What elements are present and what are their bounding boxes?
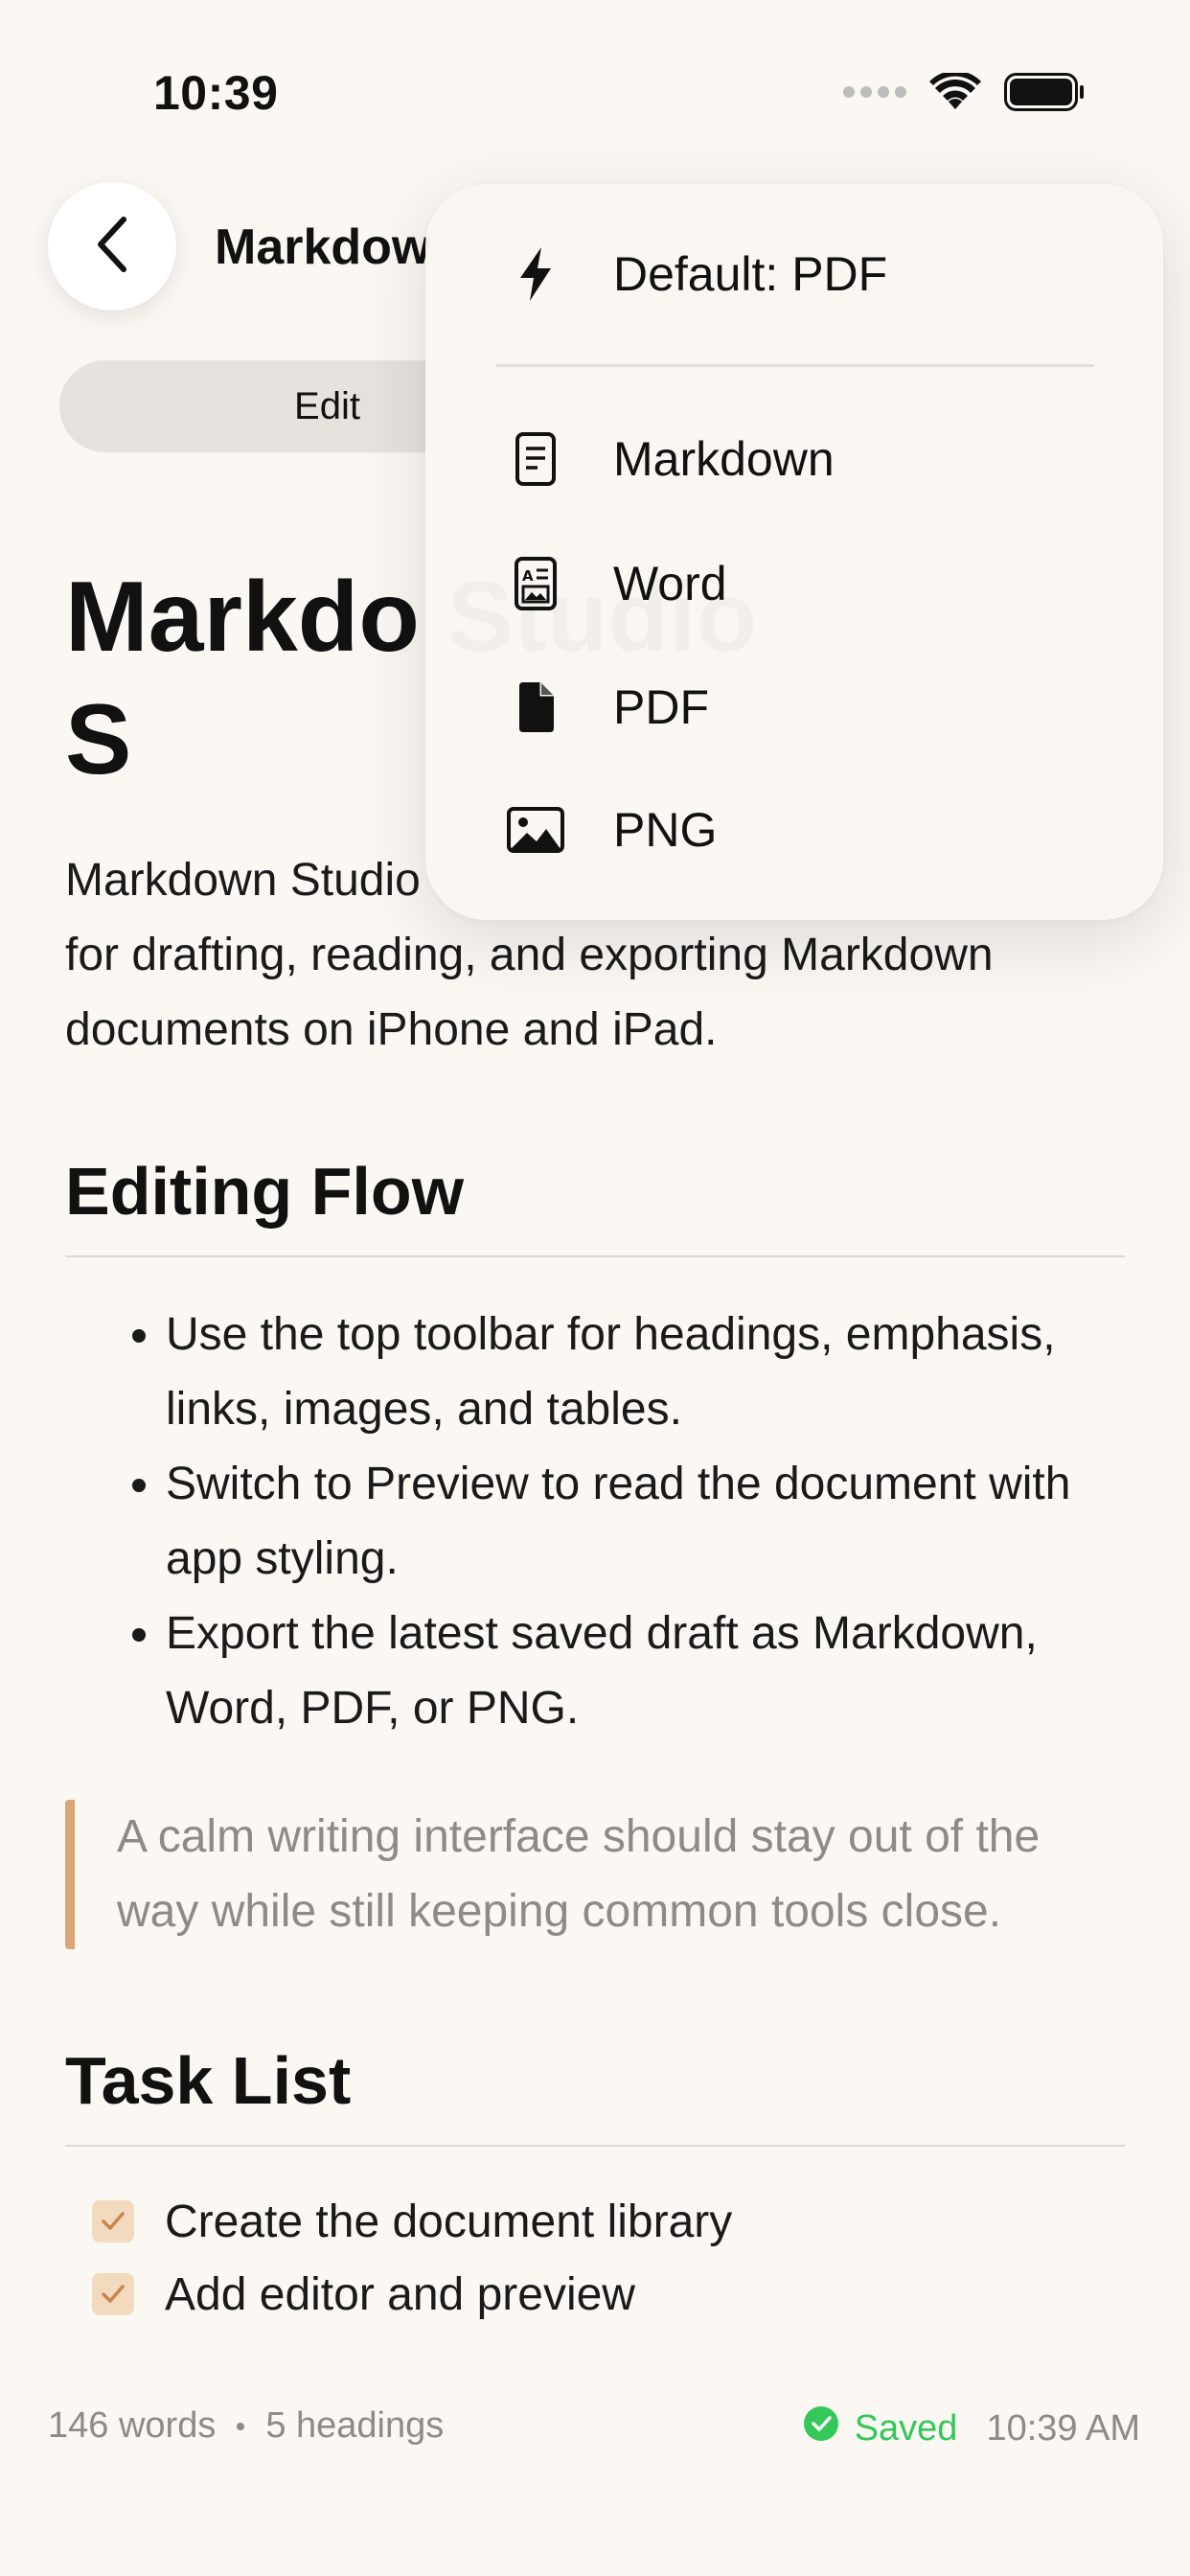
section-heading-editing-flow: Editing Flow	[65, 1154, 465, 1229]
saved-status: Saved	[854, 2407, 958, 2449]
heading-count: 5 headings	[265, 2405, 445, 2446]
task-item: Add editor and preview	[65, 2258, 1125, 2331]
checkmark-circle-icon	[803, 2405, 839, 2451]
menu-item-word[interactable]: A Word	[425, 526, 1163, 641]
section-divider	[65, 1255, 1125, 1257]
menu-item-markdown[interactable]: Markdown	[425, 402, 1163, 517]
saved-time: 10:39 AM	[986, 2407, 1140, 2449]
checkbox[interactable]	[92, 2273, 134, 2315]
cellular-signal-icon	[843, 86, 906, 98]
checkmark-icon	[102, 2212, 125, 2230]
section-divider	[65, 2145, 1125, 2147]
list-item: Switch to Preview to read the document w…	[166, 1447, 1125, 1597]
task-item: Create the document library	[65, 2185, 1125, 2258]
task-label: Create the document library	[165, 2196, 733, 2247]
word-count: 146 words	[48, 2405, 217, 2446]
task-label: Add editor and preview	[165, 2268, 635, 2320]
export-menu: Default: PDF Markdown A Word PDF PNG	[425, 184, 1163, 920]
back-button[interactable]	[48, 182, 176, 310]
bullet-list: Use the top toolbar for headings, emphas…	[65, 1298, 1125, 1746]
bolt-icon	[502, 245, 569, 303]
menu-item-png[interactable]: PNG	[425, 772, 1163, 887]
checkbox[interactable]	[92, 2200, 134, 2242]
chevron-left-icon	[91, 214, 133, 280]
list-item: Export the latest saved draft as Markdow…	[166, 1597, 1125, 1746]
checkmark-icon	[102, 2285, 125, 2303]
menu-item-label: PNG	[613, 803, 718, 857]
nav-title: Markdow	[215, 219, 431, 275]
separator-dot	[237, 2422, 245, 2430]
section-heading-task-list: Task List	[65, 2043, 352, 2118]
menu-item-default-pdf[interactable]: Default: PDF	[425, 217, 1163, 332]
word-document-icon: A	[502, 556, 569, 611]
menu-item-label: Markdown	[613, 432, 835, 486]
status-time: 10:39	[153, 66, 279, 120]
blockquote: A calm writing interface should stay out…	[65, 1800, 1125, 1949]
menu-item-label: Word	[613, 557, 727, 610]
status-footer: 146 words 5 headings Saved 10:39 AM	[0, 2377, 1190, 2576]
task-list: Create the document library Add editor a…	[65, 2185, 1125, 2331]
menu-item-label: PDF	[613, 680, 709, 734]
document-text-icon	[502, 431, 569, 487]
status-icons	[843, 73, 1085, 111]
svg-text:A: A	[522, 567, 534, 585]
pdf-file-icon	[502, 680, 569, 734]
list-item: Use the top toolbar for headings, emphas…	[166, 1298, 1125, 1447]
menu-divider	[496, 364, 1094, 367]
wifi-icon	[929, 73, 981, 111]
image-icon	[502, 806, 569, 854]
battery-icon	[1004, 73, 1085, 111]
menu-item-label: Default: PDF	[613, 247, 888, 301]
menu-item-pdf[interactable]: PDF	[425, 650, 1163, 765]
